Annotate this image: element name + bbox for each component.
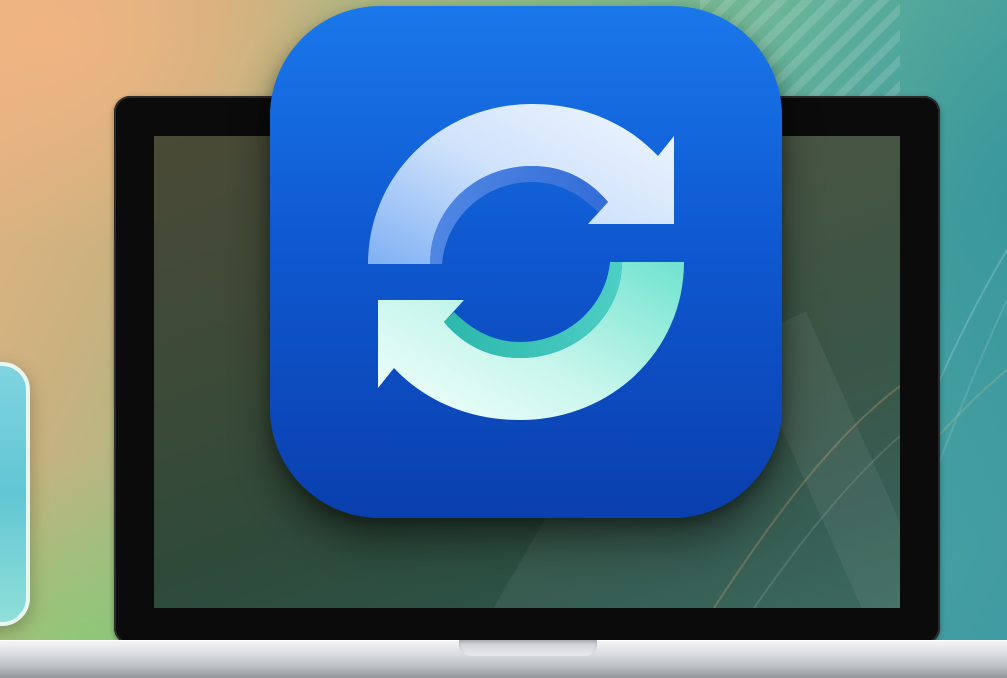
partial-app-tile xyxy=(0,362,30,626)
sync-app-icon[interactable] xyxy=(270,6,782,518)
promo-scene xyxy=(0,0,1007,678)
laptop-base-notch xyxy=(459,640,597,656)
sync-arrows-icon xyxy=(368,104,684,420)
